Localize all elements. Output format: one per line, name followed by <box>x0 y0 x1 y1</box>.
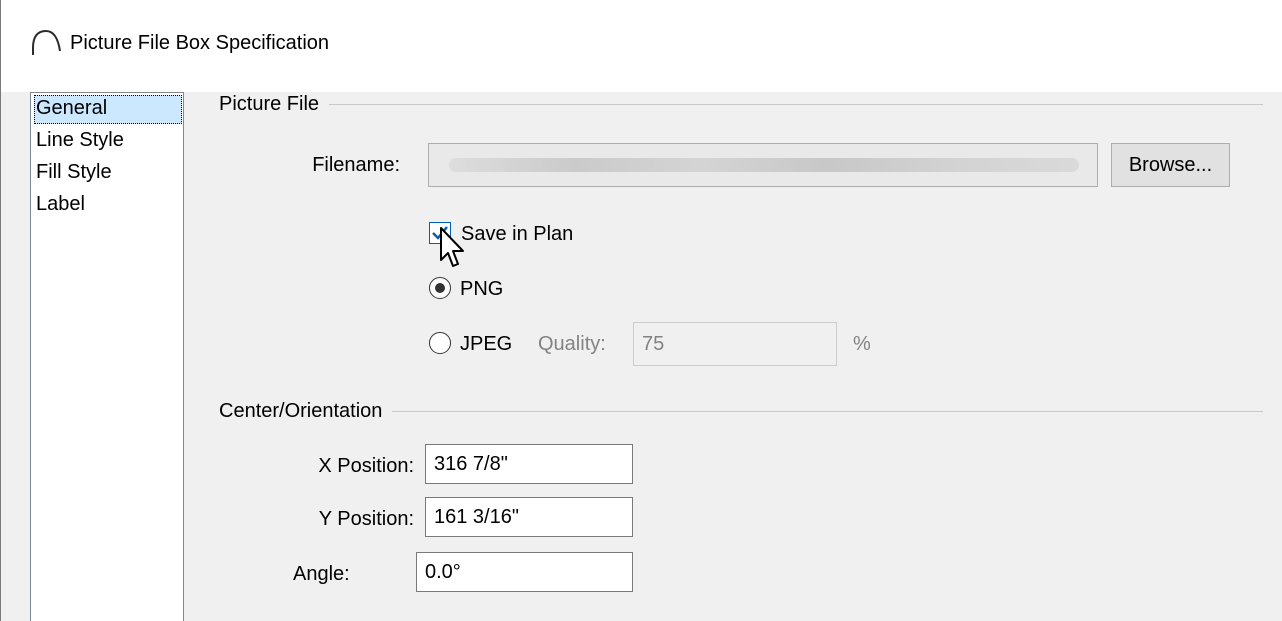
x-position-label: X Position: <box>318 455 414 477</box>
arch-icon <box>32 29 61 55</box>
png-radio[interactable] <box>429 277 451 299</box>
nav-item-general[interactable]: General <box>34 95 182 124</box>
picture-file-group-label: Picture File <box>219 92 330 116</box>
save-in-plan-label: Save in Plan <box>461 223 574 245</box>
nav-item-label[interactable]: Label <box>34 191 182 220</box>
filename-field[interactable] <box>428 143 1098 187</box>
jpeg-radio[interactable] <box>429 332 451 354</box>
checkmark-icon <box>432 226 448 240</box>
quality-input[interactable]: 75 <box>633 322 837 366</box>
dialog-window: Picture File Box Specification General L… <box>0 0 1282 621</box>
window-title: Picture File Box Specification <box>70 32 330 54</box>
quality-label: Quality: <box>538 333 606 355</box>
center-orientation-group-label: Center/Orientation <box>219 399 393 423</box>
angle-input[interactable]: 0.0° <box>416 552 633 592</box>
browse-button[interactable]: Browse... <box>1111 143 1230 187</box>
png-label: PNG <box>460 278 504 300</box>
nav-item-line-style[interactable]: Line Style <box>34 127 182 156</box>
quality-percent: % <box>853 333 871 355</box>
category-list: General Line Style Fill Style Label <box>30 92 184 621</box>
save-in-plan-checkbox[interactable] <box>429 222 451 244</box>
nav-item-fill-style[interactable]: Fill Style <box>34 159 182 188</box>
y-position-input[interactable]: 161 3/16" <box>425 497 633 537</box>
filename-redacted <box>449 158 1079 172</box>
picture-file-group-line <box>219 104 1263 105</box>
radio-selected-dot <box>435 283 445 293</box>
title-bar: Picture File Box Specification <box>1 0 1282 92</box>
x-position-input[interactable]: 316 7/8" <box>425 444 633 484</box>
filename-label: Filename: <box>312 154 400 176</box>
angle-label: Angle: <box>293 563 350 585</box>
y-position-label: Y Position: <box>318 508 414 530</box>
jpeg-label: JPEG <box>460 333 513 355</box>
